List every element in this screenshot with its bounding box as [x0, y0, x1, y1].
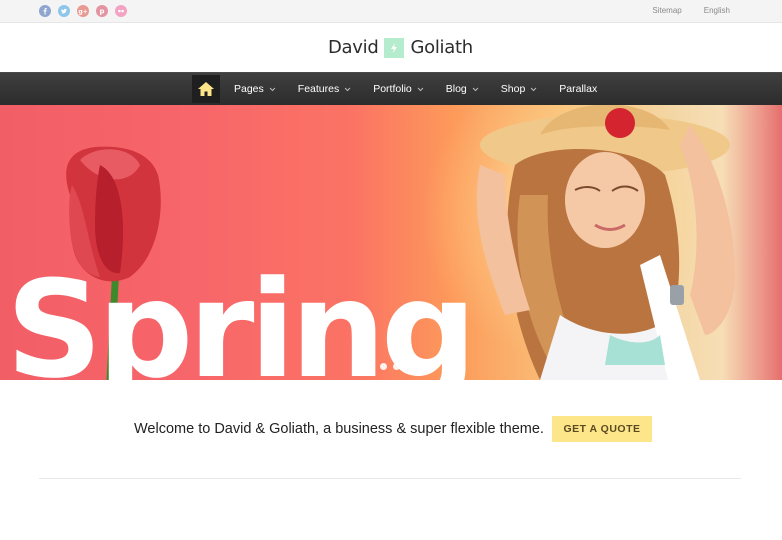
flickr-icon[interactable]: [115, 5, 127, 17]
nav-item-shop[interactable]: Shop: [501, 83, 538, 95]
slider-dot[interactable]: [367, 363, 374, 370]
section-divider: [39, 478, 741, 479]
twitter-icon[interactable]: [58, 5, 70, 17]
get-a-quote-button[interactable]: GET A QUOTE: [551, 416, 652, 442]
nav-item-label: Blog: [445, 83, 467, 95]
logo-word-1: David: [328, 37, 379, 58]
slider-dot[interactable]: [380, 363, 387, 370]
nav-item-portfolio[interactable]: Portfolio: [373, 83, 424, 95]
chevron-down-icon: [269, 87, 276, 91]
social-links: g+ p: [39, 5, 127, 17]
nav-home-button[interactable]: [192, 75, 220, 103]
home-icon: [198, 82, 214, 96]
slider-pagination: [367, 363, 426, 370]
slider-dot[interactable]: [393, 363, 400, 370]
language-link[interactable]: English: [704, 6, 730, 15]
svg-text:p: p: [99, 8, 104, 16]
logo-word-2: Goliath: [410, 37, 473, 58]
svg-text:g+: g+: [78, 8, 87, 15]
nav-item-blog[interactable]: Blog: [446, 83, 479, 95]
top-bar: g+ p Sitemap English: [0, 0, 782, 23]
chevron-down-icon: [472, 87, 479, 91]
slider-dot[interactable]: [419, 363, 426, 370]
slider-dot[interactable]: [406, 363, 413, 370]
googleplus-icon[interactable]: g+: [77, 5, 89, 17]
site-header: David Goliath: [0, 23, 782, 72]
chevron-down-icon: [417, 87, 424, 91]
nav-item-label: Portfolio: [373, 83, 412, 95]
sitemap-link[interactable]: Sitemap: [652, 6, 681, 15]
hero-slider[interactable]: Spring: [0, 105, 782, 380]
main-nav: Pages Features Portfolio Blog Shop Paral…: [0, 72, 782, 105]
nav-item-features[interactable]: Features: [298, 83, 351, 95]
nav-items: Pages Features Portfolio Blog Shop Paral…: [234, 73, 619, 105]
nav-item-pages[interactable]: Pages: [234, 83, 276, 95]
lightning-icon: [384, 37, 405, 58]
site-logo[interactable]: David Goliath: [328, 37, 473, 58]
chevron-down-icon: [530, 87, 537, 91]
pinterest-icon[interactable]: p: [96, 5, 108, 17]
chevron-down-icon: [344, 87, 351, 91]
woman-figure: [476, 105, 735, 380]
nav-item-label: Pages: [234, 83, 264, 95]
welcome-message: Welcome to David & Goliath, a business &…: [134, 421, 544, 437]
nav-item-label: Features: [297, 83, 340, 95]
nav-item-label: Parallax: [559, 83, 598, 95]
nav-item-label: Shop: [500, 83, 526, 95]
top-links: Sitemap English: [652, 6, 730, 15]
facebook-icon[interactable]: [39, 5, 51, 17]
nav-item-parallax[interactable]: Parallax: [559, 83, 597, 95]
welcome-strip: Welcome to David & Goliath, a business &…: [134, 416, 652, 442]
